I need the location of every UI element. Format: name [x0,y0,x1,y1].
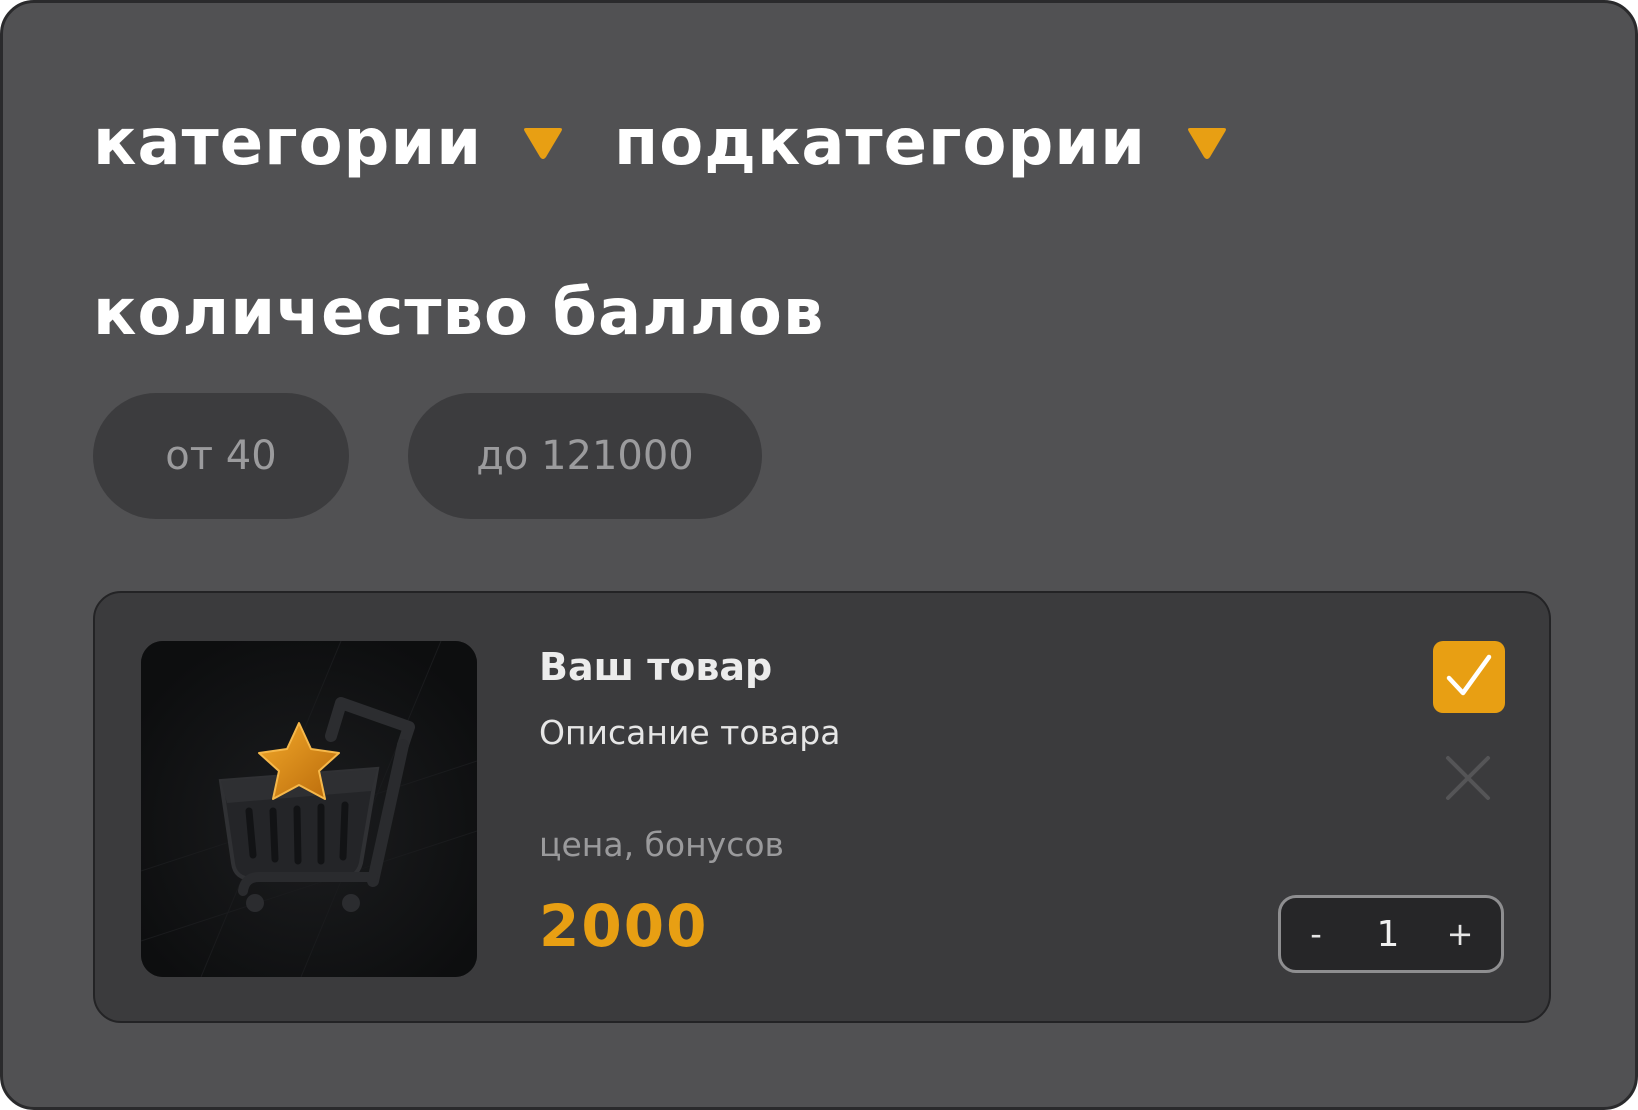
points-from-input[interactable]: от 40 [93,393,349,519]
category-dropdown[interactable]: категории [93,103,564,183]
points-title: количество баллов [93,276,825,350]
triangle-down-icon [1187,128,1226,159]
check-icon [1446,654,1492,696]
quantity-stepper: - 1 + [1278,895,1504,973]
subcategory-dropdown-label: подкатегории [614,106,1146,180]
product-name: Ваш товар [539,645,773,689]
product-image [141,641,477,977]
points-to-input[interactable]: до 121000 [408,393,762,519]
select-checkbox[interactable] [1433,641,1505,713]
category-filters: категории подкатегории [93,103,1228,183]
price-value: 2000 [539,892,709,960]
quantity-value: 1 [1376,913,1400,955]
increment-button[interactable]: + [1445,915,1475,953]
product-card: Ваш товар Описание товара цена, бонусов … [93,591,1551,1023]
filter-panel: категории подкатегории количество баллов… [0,0,1638,1110]
product-description: Описание товара [539,713,841,752]
category-dropdown-label: категории [93,106,483,180]
cart-with-star-icon [141,641,477,977]
remove-button[interactable] [1443,753,1493,803]
triangle-down-icon [524,128,563,159]
decrement-button[interactable]: - [1301,915,1331,953]
price-label: цена, бонусов [539,825,784,864]
subcategory-dropdown[interactable]: подкатегории [614,103,1228,183]
close-icon [1446,756,1490,800]
